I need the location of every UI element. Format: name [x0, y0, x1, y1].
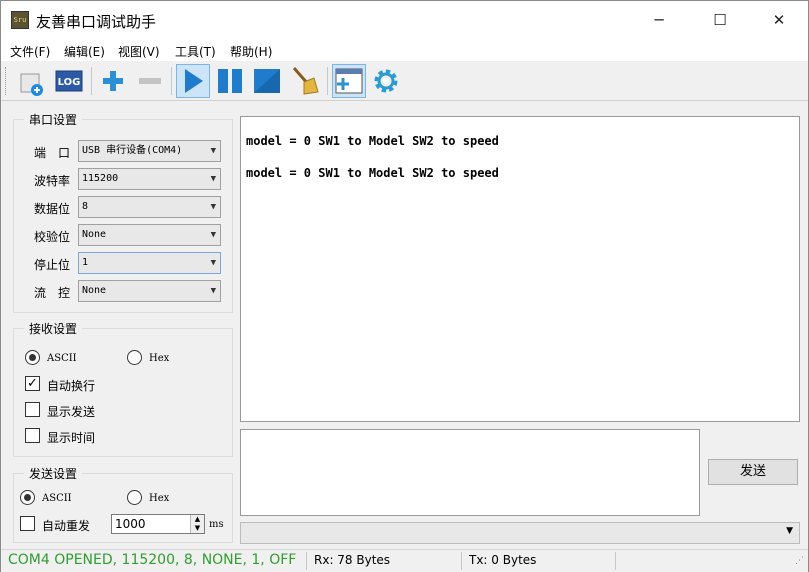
toolbar-separator — [327, 67, 328, 95]
menu-view[interactable]: 视图(V) — [118, 43, 160, 60]
add-window-icon[interactable] — [332, 64, 366, 98]
chevron-down-icon: ▼ — [210, 174, 216, 184]
parity-select[interactable]: None ▼ — [78, 224, 221, 246]
send-ascii-label: ASCII — [42, 493, 72, 504]
chevron-down-icon: ▼ — [210, 202, 216, 212]
status-bar: COM4 OPENED, 115200, 8, NONE, 1, OFF Rx:… — [1, 549, 808, 572]
menu-bar: 文件(F) 编辑(E) 视图(V) 工具(T) 帮助(H) — [1, 39, 808, 61]
settings-gear-icon[interactable] — [369, 64, 403, 98]
flow-control-label: 流 控 — [34, 286, 71, 300]
auto-newline-checkbox[interactable]: ✓ — [25, 376, 40, 391]
app-icon: Sru — [11, 11, 29, 29]
log-label: LOG — [58, 77, 81, 88]
stop-bits-label: 停止位 — [34, 258, 71, 272]
flow-control-select[interactable]: None ▼ — [78, 280, 221, 302]
chevron-down-icon: ▼ — [210, 258, 216, 268]
send-history-select[interactable]: ▼ — [240, 522, 800, 544]
close-button[interactable]: ✕ — [756, 1, 802, 39]
clear-broom-icon[interactable] — [288, 64, 322, 98]
spin-up-icon[interactable]: ▲ — [190, 515, 204, 524]
show-send-checkbox[interactable] — [25, 402, 40, 417]
port-value: USB 串行设备(COM4) — [82, 145, 183, 156]
status-separator — [461, 552, 462, 570]
menu-tools[interactable]: 工具(T) — [175, 43, 216, 60]
resend-interval-spinbox[interactable]: 1000 ▲ ▼ — [111, 514, 205, 534]
toolbar-grip[interactable] — [5, 67, 8, 95]
chevron-down-icon: ▼ — [786, 526, 793, 536]
parity-label: 校验位 — [34, 230, 71, 244]
resend-interval-value: 1000 — [115, 517, 146, 531]
remove-icon[interactable] — [133, 64, 167, 98]
receive-line: model = 0 SW1 to Model SW2 to speed — [246, 134, 499, 148]
show-time-checkbox[interactable] — [25, 428, 40, 443]
app-window: Sru 友善串口调试助手 ─ ☐ ✕ 文件(F) 编辑(E) 视图(V) 工具(… — [0, 0, 809, 572]
toolbar-separator — [171, 67, 172, 95]
maximize-button[interactable]: ☐ — [697, 1, 743, 39]
chevron-down-icon: ▼ — [210, 286, 216, 296]
stop-bits-select[interactable]: 1 ▼ — [78, 252, 221, 274]
chevron-down-icon: ▼ — [210, 230, 216, 240]
send-button[interactable]: 发送 — [708, 459, 798, 485]
baud-rate-value: 115200 — [82, 173, 119, 184]
auto-resend-checkbox[interactable] — [20, 516, 35, 531]
auto-newline-label: 自动换行 — [47, 379, 96, 393]
chevron-down-icon: ▼ — [210, 146, 216, 156]
data-bits-select[interactable]: 8 ▼ — [78, 196, 221, 218]
status-separator — [306, 552, 307, 570]
status-separator — [615, 552, 616, 570]
receive-text-area[interactable]: model = 0 SW1 to Model SW2 to speed mode… — [240, 116, 800, 422]
new-session-icon[interactable] — [15, 64, 49, 98]
serial-settings-legend: 串口设置 — [29, 113, 78, 127]
play-icon[interactable] — [176, 64, 210, 98]
menu-file[interactable]: 文件(F) — [10, 43, 50, 60]
receive-hex-label: Hex — [149, 353, 170, 364]
data-bits-value: 8 — [82, 201, 89, 212]
minimize-button[interactable]: ─ — [636, 1, 682, 39]
data-bits-label: 数据位 — [34, 202, 71, 216]
port-label: 端 口 — [34, 146, 71, 160]
send-ascii-radio[interactable] — [20, 490, 35, 505]
stop-bits-value: 1 — [82, 257, 89, 268]
connection-status: COM4 OPENED, 115200, 8, NONE, 1, OFF — [8, 552, 297, 568]
toolbar: LOG — [1, 61, 808, 101]
title-bar: Sru 友善串口调试助手 ─ ☐ ✕ — [1, 1, 808, 39]
send-settings-legend: 发送设置 — [29, 467, 78, 481]
interval-unit-label: ms — [209, 519, 224, 530]
parity-value: None — [82, 229, 107, 240]
menu-edit[interactable]: 编辑(E) — [64, 43, 105, 60]
stop-icon[interactable] — [250, 64, 284, 98]
receive-ascii-label: ASCII — [47, 353, 77, 364]
window-title: 友善串口调试助手 — [36, 13, 157, 31]
add-icon[interactable] — [96, 64, 130, 98]
baud-rate-select[interactable]: 115200 ▼ — [78, 168, 221, 190]
pause-icon[interactable] — [213, 64, 247, 98]
rx-count: Rx: 78 Bytes — [314, 553, 391, 567]
spin-down-icon[interactable]: ▼ — [190, 524, 204, 533]
show-send-label: 显示发送 — [47, 405, 96, 419]
receive-hex-radio[interactable] — [127, 350, 142, 365]
receive-settings-group: 接收设置 — [13, 320, 233, 457]
menu-help[interactable]: 帮助(H) — [230, 43, 272, 60]
auto-resend-label: 自动重发 — [42, 519, 91, 533]
port-select[interactable]: USB 串行设备(COM4) ▼ — [78, 140, 221, 162]
send-text-area[interactable] — [240, 429, 700, 516]
receive-ascii-radio[interactable] — [25, 350, 40, 365]
send-hex-radio[interactable] — [127, 490, 142, 505]
resize-grip-icon[interactable]: ⋰ — [795, 556, 804, 566]
show-time-label: 显示时间 — [47, 431, 96, 445]
receive-settings-legend: 接收设置 — [29, 322, 78, 336]
log-icon[interactable]: LOG — [52, 64, 86, 98]
receive-line: model = 0 SW1 to Model SW2 to speed — [246, 166, 499, 180]
toolbar-separator — [91, 67, 92, 95]
flow-control-value: None — [82, 285, 107, 296]
send-hex-label: Hex — [149, 493, 170, 504]
tx-count: Tx: 0 Bytes — [469, 553, 537, 567]
baud-rate-label: 波特率 — [34, 174, 71, 188]
